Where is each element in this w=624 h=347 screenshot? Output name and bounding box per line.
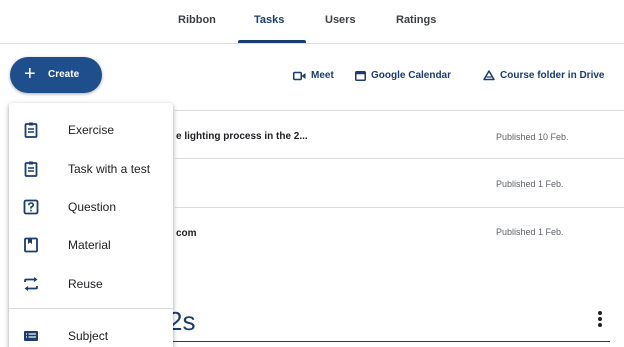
menu-item-label: Question: [68, 200, 117, 214]
course-folder-link[interactable]: Course folder in Drive: [483, 70, 604, 81]
meet-link[interactable]: Meet: [293, 70, 334, 81]
list-item-published: Published 10 Feb.: [496, 132, 569, 142]
assignment-quiz-icon: [24, 161, 38, 177]
topic-icon: [24, 331, 38, 341]
tab-ribbon[interactable]: Ribbon: [178, 14, 216, 26]
tab-ratings[interactable]: Ratings: [396, 14, 436, 26]
list-item-published: Published 1 Feb.: [496, 179, 564, 189]
course-folder-link-label: Course folder in Drive: [500, 70, 605, 81]
row-divider: [175, 158, 624, 159]
calendar-icon: [355, 71, 366, 81]
drive-icon: [483, 70, 495, 81]
menu-item-label: Task with a test: [68, 162, 151, 176]
question-icon: [23, 199, 39, 215]
create-button-label: Create: [48, 69, 80, 80]
google-calendar-link-label: Google Calendar: [371, 70, 452, 81]
menu-item-label: Exercise: [68, 123, 115, 137]
row-divider: [175, 207, 624, 208]
tab-users[interactable]: Users: [325, 14, 356, 26]
material-icon: [24, 237, 38, 253]
assignment-icon: [24, 122, 38, 138]
list-item-title: e lighting process in the 2...: [176, 131, 308, 142]
list-item-title: com: [176, 228, 197, 239]
menu-item-material[interactable]: Material: [9, 227, 173, 263]
menu-item-exercise[interactable]: Exercise: [9, 112, 173, 148]
tab-tasks[interactable]: Tasks: [254, 14, 284, 26]
menu-item-subject[interactable]: Subject: [9, 318, 173, 347]
row-divider: [175, 110, 624, 111]
menu-item-question[interactable]: Question: [9, 189, 173, 225]
active-tab-indicator: [238, 40, 306, 43]
more-options-icon[interactable]: [597, 311, 603, 327]
section-divider: [168, 341, 610, 342]
menu-item-task-with-test[interactable]: Task with a test: [9, 151, 173, 187]
menu-item-reuse[interactable]: Reuse: [9, 266, 173, 302]
create-button[interactable]: + Create: [10, 57, 102, 93]
repeat-icon: [24, 277, 38, 291]
menu-divider: [9, 308, 173, 309]
menu-item-label: Reuse: [68, 277, 103, 291]
menu-item-label: Material: [68, 238, 111, 252]
google-calendar-link[interactable]: Google Calendar: [355, 70, 451, 81]
meet-link-label: Meet: [311, 70, 334, 81]
plus-icon: +: [24, 63, 36, 85]
menu-item-label: Subject: [68, 329, 109, 343]
top-navigation: Ribbon Tasks Users Ratings: [0, 0, 624, 44]
video-camera-icon: [293, 71, 306, 80]
list-item-published: Published 1 Feb.: [496, 227, 564, 237]
create-menu: Exercise Task with a test Question Mater…: [9, 103, 173, 347]
